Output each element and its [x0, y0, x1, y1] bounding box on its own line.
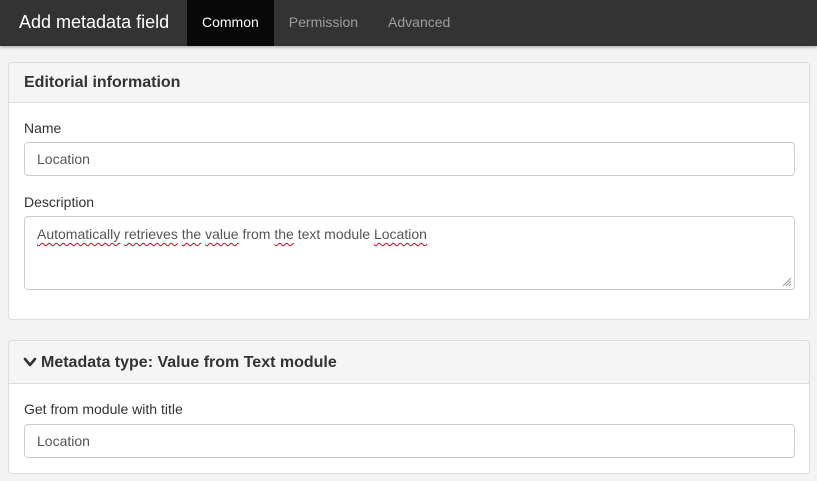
dialog-title: Add metadata field — [19, 12, 170, 32]
name-label: Name — [24, 120, 62, 136]
description-word: the — [274, 226, 294, 242]
chevron-down-icon[interactable] — [23, 355, 37, 369]
description-text: Automatically retrieves the value from t… — [37, 226, 427, 242]
module-title-input[interactable]: Location — [24, 424, 795, 458]
description-word: Automatically — [37, 226, 121, 242]
description-word: retrieves — [124, 226, 178, 242]
tab-bar: Common Permission Advanced — [187, 0, 465, 46]
description-word: value — [205, 226, 239, 242]
tab-common[interactable]: Common — [187, 0, 274, 46]
panel-body-metadata-type: Get from module with title Location — [9, 384, 809, 473]
description-word: from — [242, 226, 271, 242]
name-input[interactable]: Location — [24, 142, 795, 176]
metadata-type-panel: Metadata type: Value from Text module Ge… — [8, 340, 810, 474]
panel-heading-editorial: Editorial information — [9, 63, 809, 103]
tab-advanced[interactable]: Advanced — [373, 0, 465, 46]
description-word: module — [324, 226, 371, 242]
resize-grip-icon[interactable] — [782, 277, 792, 287]
description-word: Location — [373, 226, 427, 242]
module-title-label: Get from module with title — [24, 401, 183, 417]
tab-permission[interactable]: Permission — [274, 0, 373, 46]
panel-heading-metadata-type[interactable]: Metadata type: Value from Text module — [9, 341, 809, 384]
panel-title-editorial: Editorial information — [24, 73, 181, 91]
panel-title-metadata-type: Metadata type: Value from Text module — [41, 353, 337, 371]
panel-body-editorial: Name Location Description Automatically … — [9, 103, 809, 319]
description-word: the — [181, 226, 202, 242]
description-textarea[interactable]: Automatically retrieves the value from t… — [24, 216, 795, 290]
description-word: text — [297, 226, 321, 242]
editorial-information-panel: Editorial information Name Location Desc… — [8, 62, 810, 320]
top-navbar: Add metadata field Common Permission Adv… — [0, 0, 817, 46]
description-label: Description — [24, 194, 95, 210]
